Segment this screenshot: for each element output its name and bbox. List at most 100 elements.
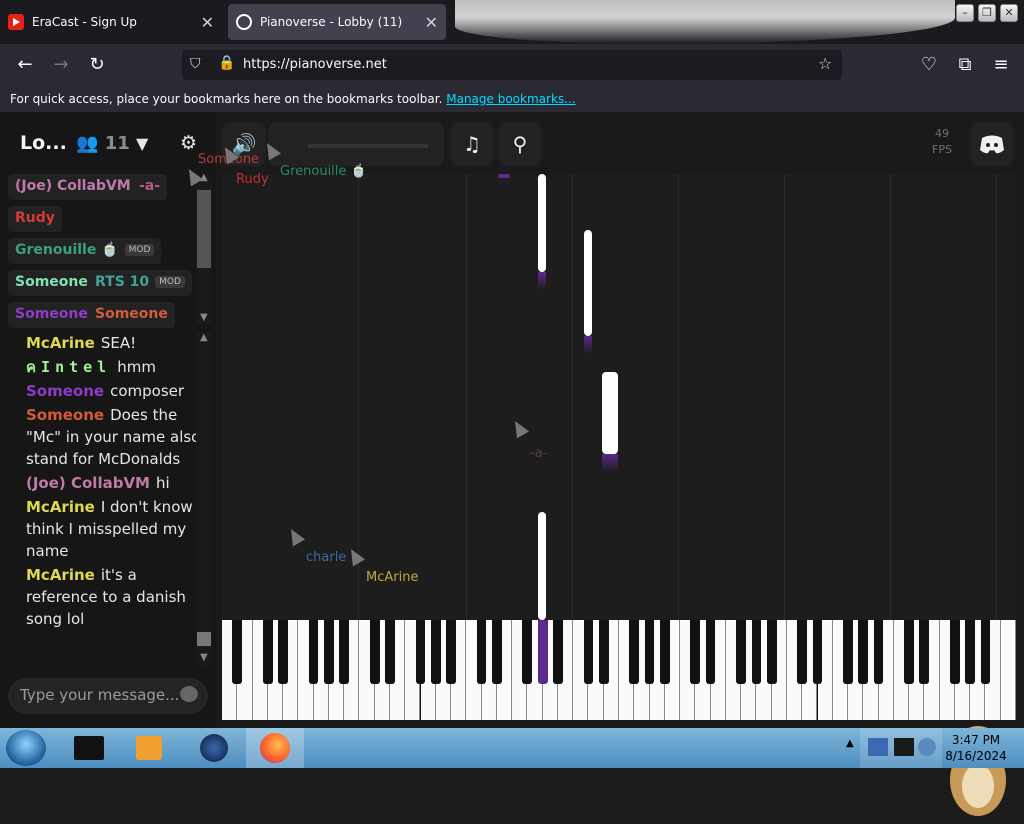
piano-keyboard[interactable] xyxy=(222,620,1016,720)
pocket-icon[interactable]: ♡ xyxy=(918,54,940,76)
shield-icon[interactable]: ⛉ xyxy=(190,56,201,72)
piano-black-key[interactable] xyxy=(491,620,502,684)
back-icon[interactable]: ← xyxy=(14,54,36,76)
piano-black-key[interactable] xyxy=(262,620,273,684)
piano-black-key[interactable] xyxy=(278,620,288,684)
piano-black-key[interactable] xyxy=(339,620,350,684)
minimize-window-button[interactable]: – xyxy=(956,4,974,22)
piano-black-key[interactable] xyxy=(583,620,594,684)
restore-window-button[interactable]: ❐ xyxy=(978,4,996,22)
volume-slider[interactable] xyxy=(268,122,476,166)
globe-icon xyxy=(200,734,228,762)
piano-black-key[interactable] xyxy=(476,620,487,684)
piano-black-key[interactable] xyxy=(537,620,548,684)
piano-black-key[interactable] xyxy=(980,620,991,684)
user-badge[interactable]: (Joe) CollabVM xyxy=(8,174,138,200)
piano-black-key[interactable] xyxy=(446,620,456,684)
manage-bookmarks-link[interactable]: Manage bookmarks... xyxy=(446,92,575,106)
piano-white-key[interactable] xyxy=(1000,620,1016,720)
gear-icon[interactable]: ⚙ xyxy=(180,132,197,154)
piano-black-key[interactable] xyxy=(415,620,426,684)
piano-black-key[interactable] xyxy=(965,620,976,684)
piano-black-key[interactable] xyxy=(919,620,930,684)
tab-pianoverse[interactable]: Pianoverse - Lobby (11) ✕ xyxy=(228,4,446,40)
forward-icon[interactable]: → xyxy=(50,54,72,76)
piano-black-key[interactable] xyxy=(232,620,243,684)
piano-black-key[interactable] xyxy=(812,620,823,684)
piano-black-key[interactable] xyxy=(430,620,441,684)
user-badge[interactable]: Rudy xyxy=(8,206,62,232)
piano-black-key[interactable] xyxy=(736,620,747,684)
piano-black-key[interactable] xyxy=(690,620,701,684)
piano-black-key[interactable] xyxy=(843,620,853,684)
falling-note xyxy=(498,174,510,178)
user-list-scrollbar[interactable]: ▲ ▼ xyxy=(196,172,212,324)
piano-black-key[interactable] xyxy=(323,620,334,684)
tab-title: Pianoverse - Lobby (11) xyxy=(260,15,403,29)
piano-black-key[interactable] xyxy=(659,620,670,684)
tab-eracast[interactable]: EraCast - Sign Up ✕ xyxy=(0,4,222,40)
piano-black-key[interactable] xyxy=(705,620,716,684)
user-badge[interactable]: -a- xyxy=(132,174,168,200)
volume-tray-icon[interactable] xyxy=(918,738,936,756)
piano-black-key[interactable] xyxy=(308,620,319,684)
music-note-icon[interactable]: ♫ xyxy=(450,122,494,166)
close-window-button[interactable]: ✕ xyxy=(1000,4,1018,22)
url-text[interactable]: https://pianoverse.net xyxy=(243,57,387,72)
firefox-icon xyxy=(260,733,290,763)
lobby-name[interactable]: Lo... xyxy=(20,132,67,154)
lock-icon[interactable]: 🔒 xyxy=(218,55,235,71)
lobby-dropdown-icon[interactable]: ▼ xyxy=(136,134,148,153)
piano-black-key[interactable] xyxy=(751,620,762,684)
menu-icon[interactable]: ≡ xyxy=(990,54,1012,76)
user-badge[interactable]: Someone xyxy=(8,270,95,296)
action-center-icon[interactable] xyxy=(894,738,914,756)
piano-black-key[interactable] xyxy=(904,620,914,684)
taskbar-app-terminal[interactable] xyxy=(60,728,118,768)
user-badge[interactable]: Grenouille 🍵 MOD xyxy=(8,238,162,264)
taskbar-app-media[interactable] xyxy=(120,728,178,768)
piano-black-key[interactable] xyxy=(766,620,777,684)
scroll-up-icon[interactable]: ▲ xyxy=(200,332,208,343)
piano-black-key[interactable] xyxy=(629,620,640,684)
usb-midi-icon[interactable]: ⚲ xyxy=(498,122,542,166)
piano-black-key[interactable] xyxy=(522,620,533,684)
piano-black-key[interactable] xyxy=(385,620,395,684)
bookmark-star-icon[interactable]: ☆ xyxy=(818,54,832,73)
start-button[interactable] xyxy=(6,730,46,766)
terminal-icon xyxy=(74,736,104,760)
taskbar-app-firefox[interactable] xyxy=(246,728,304,768)
piano-black-key[interactable] xyxy=(873,620,884,684)
piano-black-key[interactable] xyxy=(858,620,869,684)
chat-input[interactable]: Type your message... xyxy=(8,678,208,714)
tray-expand-icon[interactable]: ▲ xyxy=(846,738,854,749)
reload-icon[interactable]: ↻ xyxy=(86,54,108,76)
chat-message: McArine SEA! xyxy=(26,334,137,352)
chat-scrollbar[interactable]: ▲ ▼ xyxy=(196,332,212,666)
piano-black-key[interactable] xyxy=(950,620,960,684)
chat-message: Someone composer xyxy=(26,382,185,400)
piano-black-key[interactable] xyxy=(553,620,563,684)
bookmarks-hint: For quick access, place your bookmarks h… xyxy=(10,92,443,106)
user-badge[interactable]: Someone xyxy=(8,302,95,328)
extensions-icon[interactable]: ⧉ xyxy=(954,54,976,76)
scroll-down-icon[interactable]: ▼ xyxy=(200,652,208,663)
discord-icon[interactable] xyxy=(970,122,1014,166)
scroll-thumb[interactable] xyxy=(197,190,211,268)
bookmarks-toolbar: For quick access, place your bookmarks h… xyxy=(0,86,1024,112)
chat-bubble-icon[interactable] xyxy=(180,686,198,702)
user-badge[interactable]: RTS 10 MOD xyxy=(88,270,192,296)
piano-black-key[interactable] xyxy=(797,620,808,684)
scroll-thumb[interactable] xyxy=(197,632,211,646)
piano-black-key[interactable] xyxy=(369,620,380,684)
scroll-down-icon[interactable]: ▼ xyxy=(200,312,208,323)
piano-black-key[interactable] xyxy=(598,620,609,684)
user-badge[interactable]: Someone xyxy=(88,302,175,328)
close-tab-icon[interactable]: ✕ xyxy=(201,13,214,32)
url-bar[interactable]: ⛉ 🔒 https://pianoverse.net ☆ xyxy=(182,50,842,80)
taskbar-app-browser[interactable] xyxy=(184,728,242,768)
piano-black-key[interactable] xyxy=(644,620,655,684)
close-tab-icon[interactable]: ✕ xyxy=(425,13,438,32)
taskbar-clock[interactable]: 3:47 PM 8/16/2024 xyxy=(944,732,1008,764)
network-icon[interactable] xyxy=(868,738,888,756)
